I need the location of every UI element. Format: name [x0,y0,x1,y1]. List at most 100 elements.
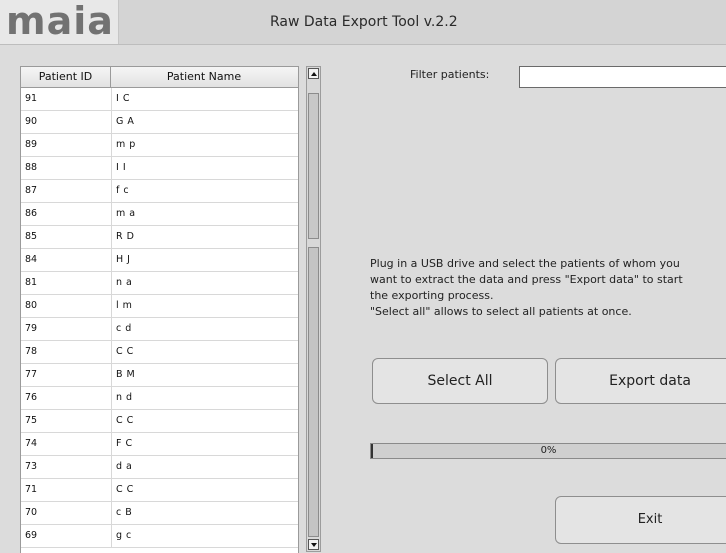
patient-name-cell: n d [116,392,133,403]
patient-id-cell: 78 [25,346,38,357]
patient-table: Patient ID Patient Name 91 I C 90 G A 89 m p8… [20,66,299,553]
table-row[interactable]: 85 R D [21,226,298,249]
table-row[interactable]: 87 f c [21,180,298,203]
patient-name-cell: g c [116,530,132,541]
instructions-line: want to extract the data and press "Expo… [370,273,683,286]
arrow-down-icon[interactable] [308,539,319,550]
cell-divider [111,226,112,248]
cell-divider [111,203,112,225]
progress-text: 0% [540,445,557,456]
patient-id-cell: 76 [25,392,38,403]
patient-name-cell: R D [116,231,135,242]
cell-divider [111,180,112,202]
table-row[interactable]: 86 m a [21,203,298,226]
table-row[interactable]: 77 B M [21,364,298,387]
cell-divider [111,249,112,271]
patient-id-cell: 73 [25,461,38,472]
patient-name-cell: m p [116,139,136,150]
cell-divider [111,157,112,179]
table-row[interactable]: 73 d a [21,456,298,479]
instructions-line: Plug in a USB drive and select the patie… [370,257,680,270]
patient-name-cell: c d [116,323,132,334]
table-header: Patient ID Patient Name [21,67,298,88]
cell-divider [111,479,112,501]
patient-id-cell: 88 [25,162,38,173]
cell-divider [111,433,112,455]
logo-text: maia [6,0,114,43]
patient-name-cell: F C [116,438,133,449]
exit-button[interactable]: Exit [555,496,726,544]
table-row[interactable]: 76 n d [21,387,298,410]
table-row[interactable]: 71 C C [21,479,298,502]
patient-id-cell: 81 [25,277,38,288]
table-row[interactable]: 69 g c [21,525,298,548]
column-header-patient-id[interactable]: Patient ID [21,67,111,87]
table-row[interactable]: 84 H J [21,249,298,272]
patient-id-cell: 89 [25,139,38,150]
table-row[interactable]: 89 m p [21,134,298,157]
cell-divider [111,272,112,294]
patient-name-cell: H J [116,254,131,265]
cell-divider [111,88,112,110]
instructions-line: the exporting process. [370,289,494,302]
patient-name-cell: f c [116,185,130,196]
cell-divider [111,111,112,133]
table-row[interactable]: 79 c d [21,318,298,341]
patient-id-cell: 90 [25,116,38,127]
app-header: maia Raw Data Export Tool v.2.2 [0,0,726,45]
table-row[interactable]: 78 C C [21,341,298,364]
table-row[interactable]: 70 c B [21,502,298,525]
patient-id-cell: 79 [25,323,38,334]
table-scrollbar[interactable] [306,66,321,552]
column-header-patient-name[interactable]: Patient Name [111,67,297,87]
scrollbar-track[interactable] [308,247,319,537]
table-row[interactable]: 88 I I [21,157,298,180]
patient-id-cell: 87 [25,185,38,196]
instructions-line: "Select all" allows to select all patien… [370,305,632,318]
scrollbar-thumb[interactable] [308,93,319,239]
cell-divider [111,295,112,317]
table-row[interactable]: 90 G A [21,111,298,134]
table-row[interactable]: 75 C C [21,410,298,433]
export-data-button[interactable]: Export data [555,358,726,404]
patient-name-cell: I C [116,93,130,104]
patient-name-cell: c B [116,507,133,518]
patient-name-cell: d a [116,461,133,472]
table-body: 91 I C 90 G A 89 m p 88 I I 87 f c 86 m a 85 R D 84 H J… [21,88,298,548]
patient-name-cell: C C [116,346,134,357]
table-row[interactable]: 91 I C [21,88,298,111]
arrow-up-icon[interactable] [308,68,319,79]
patient-id-cell: 69 [25,530,38,541]
patient-id-cell: 77 [25,369,38,380]
export-progress-bar: 0% [370,443,726,459]
instructions-text: Plug in a USB drive and select the patie… [370,256,720,320]
patient-name-cell: G A [116,116,135,127]
cell-divider [111,525,112,547]
cell-divider [111,134,112,156]
patient-id-cell: 74 [25,438,38,449]
patient-id-cell: 71 [25,484,38,495]
table-row[interactable]: 74 F C [21,433,298,456]
cell-divider [111,387,112,409]
cell-divider [111,502,112,524]
table-row[interactable]: 81 n a [21,272,298,295]
patient-id-cell: 91 [25,93,38,104]
patient-id-cell: 70 [25,507,38,518]
patient-name-cell: m a [116,208,136,219]
patient-name-cell: n a [116,277,133,288]
patient-name-cell: B M [116,369,136,380]
cell-divider [111,318,112,340]
patient-name-cell: C C [116,415,134,426]
cell-divider [111,456,112,478]
patient-id-cell: 75 [25,415,38,426]
table-row[interactable]: 80 l m [21,295,298,318]
filter-label: Filter patients: [410,68,490,81]
patient-id-cell: 86 [25,208,38,219]
patient-id-cell: 85 [25,231,38,242]
select-all-button[interactable]: Select All [372,358,548,404]
cell-divider [111,341,112,363]
filter-input[interactable] [519,66,726,88]
patient-name-cell: I I [116,162,127,173]
patient-id-cell: 84 [25,254,38,265]
cell-divider [111,410,112,432]
